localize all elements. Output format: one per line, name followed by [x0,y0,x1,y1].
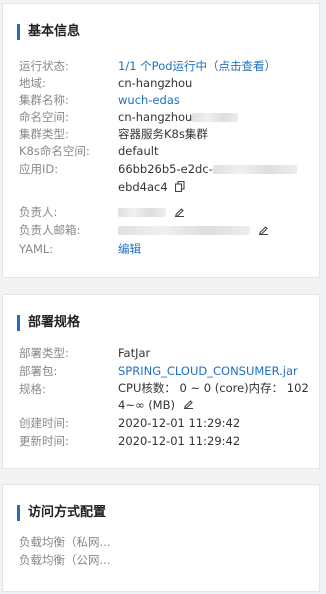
edit-icon[interactable] [183,397,194,414]
basic-info-card: 基本信息 运行状态: 1/1 个Pod运行中（点击查看） 地域: cn-hang… [2,3,320,278]
spec-line1: CPU核数： 0 ~ 0 (core)内存： 102 [118,381,309,395]
redacted-namespace [192,113,239,122]
edit-icon[interactable] [174,204,185,222]
updated-time-value: 2020-12-01 11:29:42 [118,434,241,448]
region-value: cn-hangzhou [118,76,193,90]
region-row: 地域: cn-hangzhou [19,74,311,92]
cluster-type-label: 集群类型: [19,127,69,141]
deploy-type-value: FatJar [118,346,151,360]
yaml-label: YAML: [19,242,54,256]
app-id-line1: 66bb26b5-e2dc- [118,162,213,176]
lb-private-row: 负载均衡（私网... [19,533,311,551]
cluster-type-row: 集群类型: 容器服务K8s集群 [19,125,311,143]
app-id-row: 应用ID: 66bb26b5-e2dc- ebd4ac4 [19,160,311,196]
spec-value: CPU核数： 0 ~ 0 (core)内存： 102 4~∞ (MB) [118,380,311,414]
k8s-namespace-row: K8s命名空间: default [19,142,311,160]
deploy-spec-card: 部署规格 部署类型: FatJar 部署包: SPRING_CLOUD_CONS… [2,294,320,469]
copy-icon[interactable] [175,179,185,197]
lb-public-row: 负载均衡（公网... [19,551,311,569]
app-id-value: 66bb26b5-e2dc- ebd4ac4 [118,160,311,196]
redacted-owner-email [118,226,250,235]
lb-private-label: 负载均衡（私网... [19,535,111,549]
deploy-package-link[interactable]: SPRING_CLOUD_CONSUMER.jar [118,362,311,380]
owner-email-value [118,221,311,240]
cluster-name-link[interactable]: wuch-edas [118,91,311,109]
deploy-spec-title: 部署规格 [17,315,80,331]
access-config-card: 访问方式配置 负载均衡（私网... 负载均衡（公网... [2,484,320,592]
owner-value [118,203,311,222]
k8s-namespace-value: default [118,144,159,158]
updated-time-row: 更新时间: 2020-12-01 11:29:42 [19,432,311,450]
updated-time-label: 更新时间: [19,434,69,448]
cluster-name-row: 集群名称: wuch-edas [19,91,311,109]
k8s-namespace-label: K8s命名空间: [19,144,90,158]
deploy-package-label: 部署包: [19,364,58,378]
app-id-label: 应用ID: [19,162,59,176]
yaml-edit-link[interactable]: 编辑 [118,240,311,258]
access-config-title: 访问方式配置 [17,505,106,521]
deploy-type-label: 部署类型: [19,346,69,360]
owner-email-row: 负责人邮箱: [19,221,311,239]
region-label: 地域: [19,76,46,90]
namespace-text: cn-hangzhou [118,110,193,124]
owner-row: 负责人: [19,203,311,221]
spec-row: 规格: CPU核数： 0 ~ 0 (core)内存： 102 4~∞ (MB) [19,380,311,414]
run-status-row: 运行状态: 1/1 个Pod运行中（点击查看） [19,57,311,75]
app-id-line2: ebd4ac4 [118,180,168,194]
lb-public-label: 负载均衡（公网... [19,553,111,567]
namespace-label: 命名空间: [19,110,69,124]
namespace-value: cn-hangzhou [118,108,311,126]
run-status-label: 运行状态: [19,59,69,73]
deploy-type-row: 部署类型: FatJar [19,344,311,362]
yaml-row: YAML: 编辑 [19,240,311,258]
deploy-package-row: 部署包: SPRING_CLOUD_CONSUMER.jar [19,362,311,380]
basic-info-title: 基本信息 [17,24,80,40]
created-time-row: 创建时间: 2020-12-01 11:29:42 [19,414,311,432]
owner-label: 负责人: [19,205,58,219]
created-time-label: 创建时间: [19,416,69,430]
namespace-row: 命名空间: cn-hangzhou [19,108,311,126]
redacted-app-id [212,165,297,174]
edit-icon[interactable] [258,222,269,240]
redacted-owner [118,208,166,217]
cluster-type-value: 容器服务K8s集群 [118,127,208,141]
owner-email-label: 负责人邮箱: [19,223,81,237]
cluster-name-label: 集群名称: [19,93,69,107]
run-status-link[interactable]: 1/1 个Pod运行中（点击查看） [118,57,311,75]
spec-label: 规格: [19,382,46,396]
spec-line2: 4~∞ (MB) [118,398,175,412]
created-time-value: 2020-12-01 11:29:42 [118,416,241,430]
